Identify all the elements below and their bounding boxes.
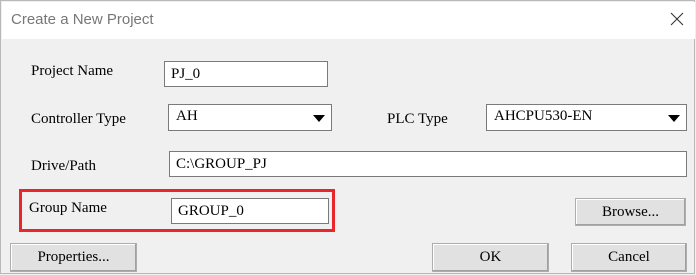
drive-path-field[interactable]: C:\GROUP_PJ xyxy=(169,151,687,177)
group-name-label: Group Name xyxy=(29,200,107,216)
title-bar: Create a New Project xyxy=(2,2,695,39)
plc-type-value: AHCPU530-EN xyxy=(494,108,593,124)
create-project-dialog: Create a New Project Project Name PJ_0 C… xyxy=(0,0,695,274)
cancel-button[interactable]: Cancel xyxy=(571,243,687,272)
properties-button[interactable]: Properties... xyxy=(10,243,137,272)
controller-type-label: Controller Type xyxy=(31,111,126,127)
dropdown-arrow-icon[interactable] xyxy=(311,109,327,127)
close-icon[interactable] xyxy=(669,11,685,27)
plc-type-label: PLC Type xyxy=(387,111,448,127)
controller-type-select[interactable]: AH xyxy=(168,104,332,131)
dialog-title: Create a New Project xyxy=(11,11,154,28)
dropdown-arrow-icon[interactable] xyxy=(666,109,682,127)
drive-path-label: Drive/Path xyxy=(31,158,96,174)
plc-type-select[interactable]: AHCPU530-EN xyxy=(486,104,687,131)
ok-button[interactable]: OK xyxy=(432,243,549,272)
browse-button[interactable]: Browse... xyxy=(575,198,686,226)
group-name-field[interactable]: GROUP_0 xyxy=(171,198,329,224)
project-name-label: Project Name xyxy=(31,63,114,79)
project-name-field[interactable]: PJ_0 xyxy=(164,61,328,87)
controller-type-value: AH xyxy=(176,108,198,124)
